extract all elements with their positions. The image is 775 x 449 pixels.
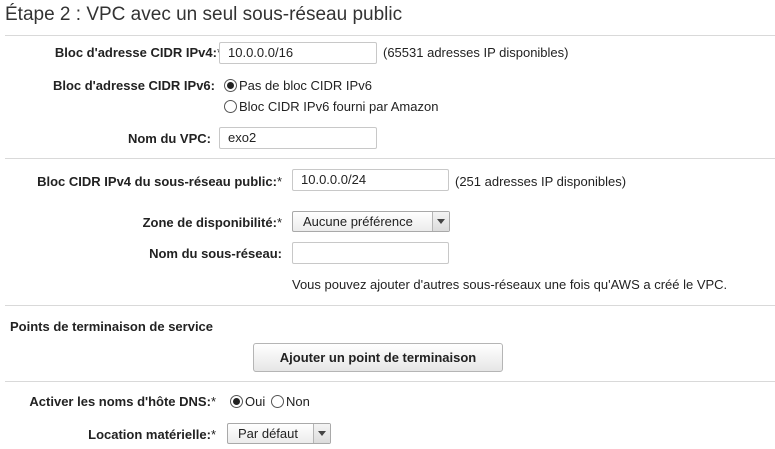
subnet-name-label: Nom du sous-réseau:: [149, 246, 282, 261]
subnet-note: Vous pouvez ajouter d'autres sous-réseau…: [292, 277, 728, 292]
divider: [5, 35, 775, 36]
az-select[interactable]: Aucune préférence: [292, 211, 450, 232]
subnet-name-input[interactable]: [292, 242, 449, 264]
vpc-cidr-ipv4-hint: (65531 adresses IP disponibles): [383, 45, 569, 60]
vpc-name-label: Nom du VPC:: [127, 131, 211, 146]
add-endpoint-button[interactable]: Ajouter un point de terminaison: [253, 343, 503, 372]
subnet-cidr-ipv4-hint: (251 adresses IP disponibles): [455, 174, 627, 189]
chevron-down-icon: [432, 212, 449, 231]
chevron-down-icon: [313, 424, 330, 443]
tenancy-select-value: Par défaut: [238, 426, 298, 441]
vpc-cidr-ipv4-label: Bloc d'adresse CIDR IPv4:*: [54, 45, 222, 60]
ipv6-none-label: Pas de bloc CIDR IPv6: [239, 78, 372, 93]
divider: [5, 158, 775, 159]
page-title: Étape 2 : VPC avec un seul sous-réseau p…: [5, 4, 403, 25]
ipv6-none-radio[interactable]: [224, 79, 237, 92]
tenancy-select[interactable]: Par défaut: [227, 423, 331, 444]
dns-yes-radio[interactable]: [230, 395, 243, 408]
az-label: Zone de disponibilité:*: [142, 215, 282, 230]
vpc-cidr-ipv4-input[interactable]: 10.0.0.0/16: [219, 42, 377, 64]
divider: [5, 305, 775, 306]
dns-no-label: Non: [286, 394, 310, 409]
dns-yes-label: Oui: [245, 394, 266, 409]
subnet-cidr-ipv4-input[interactable]: 10.0.0.0/24: [292, 169, 449, 191]
dns-hostnames-label: Activer les noms d'hôte DNS:*: [29, 394, 216, 409]
vpc-cidr-ipv6-label: Bloc d'adresse CIDR IPv6:: [52, 78, 215, 93]
tenancy-label: Location matérielle:*: [88, 427, 216, 442]
ipv6-amazon-radio[interactable]: [224, 100, 237, 113]
subnet-cidr-ipv4-label: Bloc CIDR IPv4 du sous-réseau public:*: [37, 174, 282, 189]
az-select-value: Aucune préférence: [303, 214, 413, 229]
divider: [5, 381, 775, 382]
endpoints-heading: Points de terminaison de service: [10, 319, 214, 334]
ipv6-amazon-label: Bloc CIDR IPv6 fourni par Amazon: [239, 99, 439, 114]
vpc-name-input[interactable]: exo2: [219, 127, 377, 149]
dns-no-radio[interactable]: [271, 395, 284, 408]
